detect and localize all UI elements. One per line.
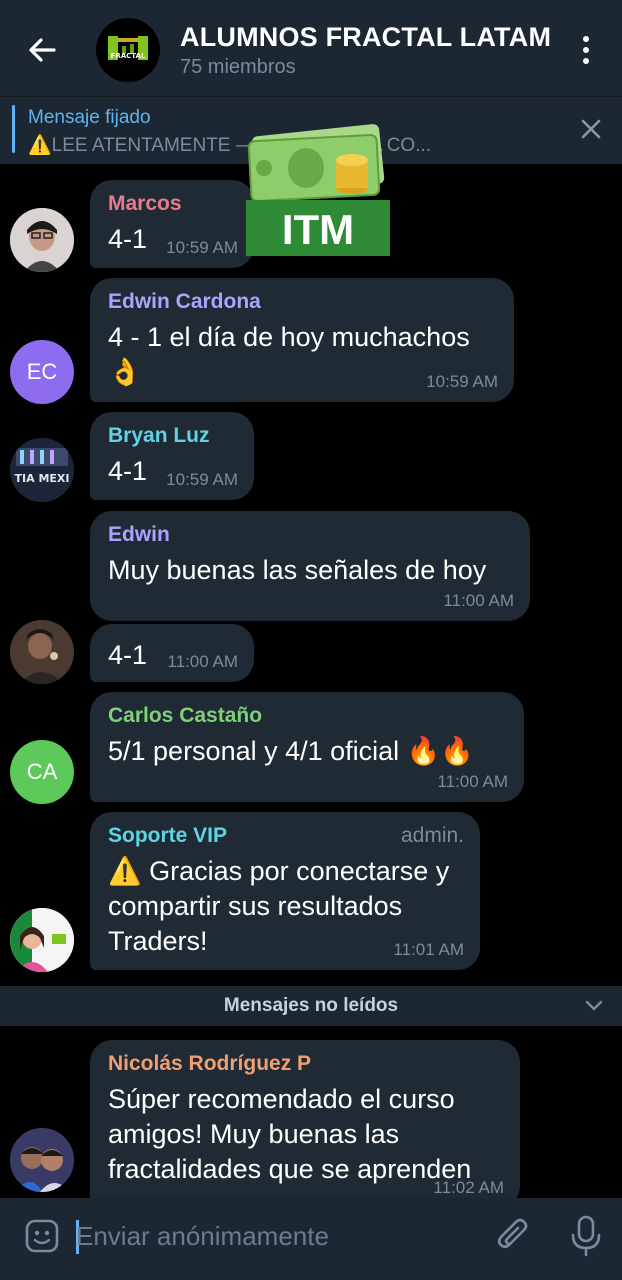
message-text: Muy buenas las señales de hoy (108, 555, 487, 585)
message-bubble[interactable]: Nicolás Rodríguez P Súper recomendado el… (90, 1040, 520, 1198)
avatar-text: TIA MEXI (15, 472, 70, 485)
message-bubble[interactable]: Bryan Luz 4-1 10:59 AM (90, 412, 254, 500)
message-input[interactable] (76, 1216, 476, 1256)
message-time: 11:01 AM (393, 940, 464, 959)
more-options-icon[interactable] (570, 30, 602, 70)
admin-badge: admin. (400, 824, 464, 847)
message-time: 11:00 AM (437, 772, 508, 791)
warning-icon: ⚠️ (28, 135, 52, 156)
message-time: 10:59 AM (166, 238, 238, 257)
message-time: 11:00 AM (167, 652, 238, 671)
message-sender: Bryan Luz (108, 424, 210, 447)
microphone-icon[interactable] (568, 1214, 604, 1258)
message-bubble[interactable]: Edwin Cardona 4 - 1 el día de hoy muchac… (90, 278, 514, 402)
avatar[interactable]: CA (10, 740, 74, 804)
message-list[interactable]: Marcos 4-1 10:59 AM EC Edwin Cardona 4 -… (0, 164, 622, 1198)
group-logo-text: FRACTAL (111, 52, 146, 60)
message-bubble[interactable]: Soporte VIP admin. ⚠️ Gracias por conect… (90, 812, 480, 970)
close-icon[interactable] (576, 114, 606, 144)
pinned-indicator (12, 105, 15, 153)
chat-header: FRACTAL ALUMNOS FRACTAL LATAM 75 miembro… (0, 0, 622, 96)
message-text: 5/1 personal y 4/1 oficial 🔥🔥 (108, 736, 474, 766)
member-count: 75 miembros (180, 56, 296, 78)
message-sender: Nicolás Rodríguez P (108, 1052, 312, 1075)
message-sender: Carlos Castaño (108, 704, 263, 727)
message-time: 10:59 AM (166, 470, 238, 489)
paperclip-icon[interactable] (494, 1216, 532, 1256)
message-time: 10:59 AM (426, 372, 498, 391)
avatar-initials: CA (26, 759, 58, 784)
back-arrow-icon[interactable] (22, 30, 62, 70)
pinned-title: Mensaje fijado (28, 107, 151, 128)
group-avatar[interactable]: FRACTAL (96, 18, 160, 82)
avatar[interactable] (10, 208, 74, 272)
message-bubble[interactable]: Edwin Muy buenas las señales de hoy 11:0… (90, 511, 530, 621)
chevron-down-icon[interactable] (584, 998, 604, 1012)
avatar[interactable] (10, 908, 74, 972)
money-sticker[interactable]: ITM (244, 116, 392, 258)
avatar[interactable]: TIA MEXI (10, 438, 74, 502)
avatar-initials: EC (26, 359, 58, 384)
avatar[interactable]: EC (10, 340, 74, 404)
message-bubble[interactable]: Marcos 4-1 10:59 AM (90, 180, 254, 268)
message-bubble[interactable]: Carlos Castaño 5/1 personal y 4/1 oficia… (90, 692, 524, 802)
message-sender: Edwin Cardona (108, 290, 261, 313)
composer-bar (0, 1198, 622, 1280)
message-time: 11:02 AM (433, 1178, 504, 1197)
sticker-icon[interactable] (24, 1218, 60, 1254)
sticker-text: ITM (282, 206, 354, 253)
avatar[interactable] (10, 1128, 74, 1192)
message-time: 11:00 AM (443, 591, 514, 610)
message-sender: Edwin (108, 523, 170, 546)
message-text: Súper recomendado el curso amigos! Muy b… (108, 1084, 472, 1184)
message-bubble[interactable]: 4-1 11:00 AM (90, 624, 254, 682)
message-sender: Marcos (108, 192, 182, 215)
unread-label: Mensajes no leídos (223, 995, 399, 1016)
unread-divider[interactable]: Mensajes no leídos (0, 986, 622, 1026)
group-title[interactable]: ALUMNOS FRACTAL LATAM (180, 22, 551, 53)
avatar[interactable] (10, 620, 74, 684)
